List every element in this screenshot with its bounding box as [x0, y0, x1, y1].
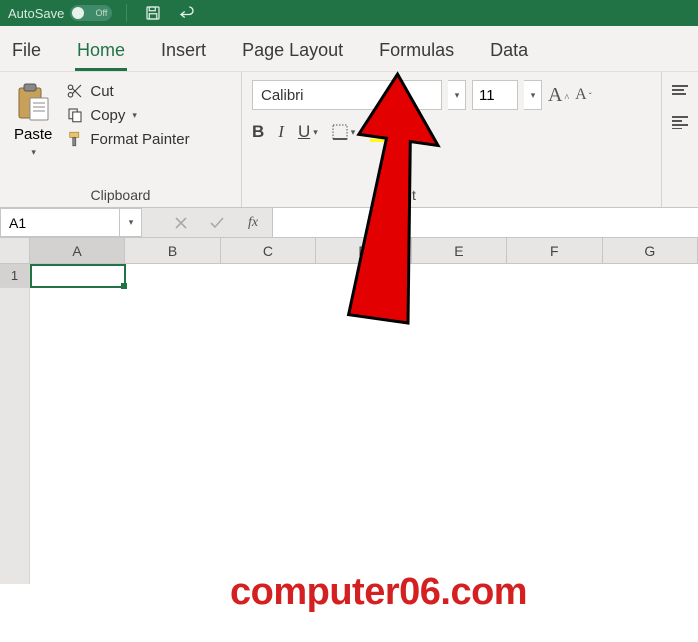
borders-icon	[332, 124, 348, 140]
column-header-g[interactable]: G	[603, 238, 698, 263]
copy-label: Copy	[90, 107, 125, 124]
paste-icon	[16, 82, 50, 122]
enter-formula-button[interactable]	[204, 210, 230, 236]
tab-home[interactable]: Home	[75, 32, 127, 71]
cancel-formula-button[interactable]	[168, 210, 194, 236]
worksheet-grid[interactable]: 1	[0, 264, 698, 584]
bold-button[interactable]: B	[252, 122, 264, 142]
copy-icon	[66, 106, 84, 124]
fill-bucket-icon	[369, 122, 385, 138]
name-box-dropdown[interactable]: ▾	[120, 208, 142, 237]
copy-button[interactable]: Copy ▾	[66, 106, 189, 124]
font-size-dropdown[interactable]: ▾	[524, 80, 542, 110]
borders-button[interactable]: ▾	[332, 124, 356, 140]
tab-file[interactable]: File	[10, 32, 43, 71]
font-color-button[interactable]: A ▾	[407, 123, 429, 141]
font-color-swatch	[407, 138, 421, 141]
qat-separator	[126, 4, 127, 22]
toggle-state: Off	[96, 8, 108, 18]
title-bar: AutoSave Off	[0, 0, 698, 26]
decrease-font-button[interactable]: Aˇ	[575, 86, 592, 104]
tab-page-layout[interactable]: Page Layout	[240, 32, 345, 71]
chevron-down-icon: ▾	[313, 127, 318, 138]
ribbon-tabs: File Home Insert Page Layout Formulas Da…	[0, 26, 698, 72]
column-header-b[interactable]: B	[125, 238, 220, 263]
autosave-label: AutoSave	[8, 6, 64, 21]
column-headers: A B C D E F G	[0, 238, 698, 264]
font-name-combo[interactable]: Calibri	[252, 80, 442, 110]
fill-handle[interactable]	[121, 283, 127, 289]
underline-button[interactable]: U ▾	[298, 122, 318, 142]
column-header-c[interactable]: C	[221, 238, 316, 263]
fill-color-swatch	[370, 139, 384, 142]
column-header-e[interactable]: E	[412, 238, 507, 263]
row-header-1[interactable]: 1	[0, 264, 29, 288]
clipboard-group-label: Clipboard	[10, 183, 231, 203]
cut-label: Cut	[90, 83, 113, 100]
align-top-button[interactable]	[670, 84, 690, 101]
save-icon[interactable]	[141, 1, 165, 25]
ribbon: Paste ▾ Cut Copy ▾ Format Painter C	[0, 72, 698, 208]
underline-label: U	[298, 122, 310, 142]
x-icon	[175, 217, 187, 229]
check-icon	[210, 217, 224, 229]
chevron-down-icon: ▾	[388, 127, 393, 138]
font-color-a: A	[408, 123, 419, 137]
select-all-corner[interactable]	[0, 238, 30, 263]
fill-color-button[interactable]: ▾	[369, 122, 393, 142]
row-headers: 1	[0, 264, 30, 584]
formula-bar-row: A1 ▾ fx	[0, 208, 698, 238]
column-header-a[interactable]: A	[30, 238, 125, 263]
chevron-down-icon: ▾	[351, 127, 356, 138]
group-clipboard: Paste ▾ Cut Copy ▾ Format Painter C	[0, 72, 242, 207]
insert-function-button[interactable]: fx	[240, 210, 266, 236]
scissors-icon	[66, 82, 84, 100]
paste-label: Paste	[14, 126, 52, 143]
tab-insert[interactable]: Insert	[159, 32, 208, 71]
paste-button[interactable]: Paste ▾	[10, 80, 56, 160]
paintbrush-icon	[66, 130, 84, 148]
autosave-toggle[interactable]: AutoSave Off	[8, 5, 112, 21]
tab-data[interactable]: Data	[488, 32, 530, 71]
toggle-switch[interactable]: Off	[70, 5, 112, 21]
undo-icon[interactable]	[175, 1, 199, 25]
chevron-down-icon: ▾	[129, 217, 134, 228]
tab-formulas[interactable]: Formulas	[377, 32, 456, 71]
active-cell[interactable]	[30, 264, 126, 288]
format-painter-label: Format Painter	[90, 131, 189, 148]
chevron-down-icon: ▾	[531, 90, 536, 101]
increase-font-button[interactable]: A^	[548, 84, 569, 107]
name-box[interactable]: A1	[0, 208, 120, 237]
chevron-down-icon: ▾	[455, 90, 460, 101]
watermark-text: computer06.com	[230, 571, 527, 614]
font-size-combo[interactable]: 11	[472, 80, 518, 110]
chevron-down-icon: ▾	[132, 110, 137, 121]
group-alignment	[662, 72, 698, 207]
font-group-label-fragment: t	[252, 183, 651, 203]
formula-bar[interactable]	[272, 208, 698, 237]
column-header-d[interactable]: D	[316, 238, 411, 263]
column-header-f[interactable]: F	[507, 238, 602, 263]
chevron-down-icon: ▾	[31, 147, 36, 158]
group-font: Calibri ▾ 11 ▾ A^ Aˇ B I U ▾ ▾	[242, 72, 662, 207]
chevron-down-icon: ▾	[424, 127, 429, 138]
cut-button[interactable]: Cut	[66, 82, 189, 100]
format-painter-button[interactable]: Format Painter	[66, 130, 189, 148]
cells-area[interactable]	[30, 264, 698, 584]
font-name-dropdown[interactable]: ▾	[448, 80, 466, 110]
align-left-button[interactable]	[670, 115, 690, 132]
italic-button[interactable]: I	[278, 122, 284, 142]
